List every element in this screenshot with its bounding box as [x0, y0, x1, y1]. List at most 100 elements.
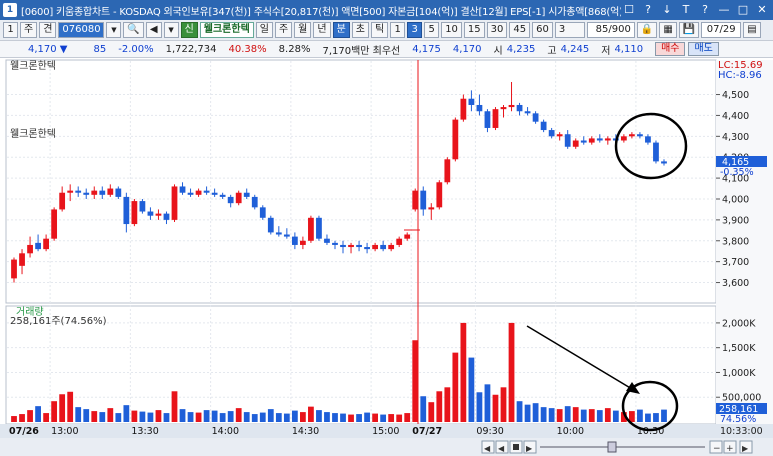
volume-bar — [283, 413, 290, 422]
period-year[interactable]: 년 — [313, 22, 331, 38]
price-tick-label: 3,700 — [722, 257, 749, 268]
volume-bar — [291, 410, 298, 422]
volume-bar — [203, 410, 210, 422]
trade-volume: 1,722,734 — [165, 43, 217, 55]
candle-body — [27, 244, 33, 254]
close-button[interactable]: ✕ — [754, 2, 770, 18]
svg-text:▶: ▶ — [742, 444, 749, 453]
candle-body — [155, 213, 162, 216]
period-tick[interactable]: 틱 — [370, 22, 389, 38]
candle-body — [661, 161, 667, 164]
interval-45[interactable]: 45 — [509, 22, 531, 38]
interval-3[interactable]: 3 — [407, 22, 423, 38]
period-day[interactable]: 일 — [255, 22, 273, 38]
lock-icon[interactable]: 🔒 — [636, 22, 658, 38]
chevron-down-icon[interactable]: ▼ — [163, 22, 179, 38]
info-button[interactable]: ? — [697, 2, 713, 18]
screen-number-button[interactable]: 1 — [3, 22, 18, 38]
date-input[interactable]: 07/29 — [701, 22, 742, 38]
volume-bar — [275, 413, 282, 422]
volume-bar — [340, 413, 346, 422]
candle-body — [548, 130, 555, 137]
interval-15[interactable]: 15 — [463, 22, 485, 38]
count-select[interactable]: 3 — [554, 22, 585, 38]
chart-area[interactable]: 4,5004,4004,3004,2004,1004,0003,9003,800… — [0, 58, 773, 456]
candle-body — [99, 190, 106, 195]
volume-bar — [588, 409, 595, 422]
volume-tick-label: 1,000K — [722, 368, 756, 379]
interval-60[interactable]: 60 — [532, 22, 553, 38]
compare-button[interactable]: 견 — [39, 22, 57, 38]
interval-5[interactable]: 5 — [424, 22, 440, 38]
high-price: 4,245 — [560, 43, 590, 55]
volume-bar — [637, 409, 643, 422]
interval-30[interactable]: 30 — [486, 22, 508, 38]
volume-bar — [43, 413, 49, 422]
speaker-icon[interactable]: ◀ — [145, 22, 162, 38]
volume-bar — [51, 401, 58, 422]
volume-bar — [308, 406, 314, 422]
candle-body — [131, 201, 138, 225]
window-title: [0600] 키움종합차트 - KOSDAQ 외국인보유[347(천)] 주식수… — [21, 6, 621, 18]
volume-bar — [99, 412, 106, 422]
volume-bar — [243, 412, 250, 422]
candle-body — [653, 142, 659, 162]
volume-bar — [251, 414, 258, 422]
chevron-down-icon[interactable]: ▼ — [106, 22, 122, 38]
candle-body — [404, 234, 411, 239]
minimize-button[interactable]: — — [716, 2, 732, 18]
volume-bar — [548, 408, 555, 422]
time-tick-label: 07/27 — [412, 426, 442, 437]
sell-button[interactable]: 매도 — [688, 42, 719, 56]
volume-bar — [91, 411, 98, 422]
volume-bar — [147, 412, 154, 422]
volume-bar — [187, 412, 194, 422]
candle-body — [291, 236, 298, 245]
volume-bar — [372, 413, 378, 422]
current-price-pct: -0.35% — [720, 167, 754, 178]
volume-bar — [19, 414, 25, 422]
time-tick-label: 07/26 — [9, 426, 39, 437]
save-icon[interactable]: 💾 — [678, 22, 700, 38]
grid-icon[interactable]: ▦ — [659, 22, 677, 38]
volume-bar — [324, 412, 330, 422]
price-panel-label: 웰크론한텍 — [10, 60, 56, 72]
help-button[interactable]: ? — [640, 2, 656, 18]
candle-body — [637, 134, 643, 137]
period-month[interactable]: 월 — [294, 22, 312, 38]
download-button[interactable]: ↓ — [659, 2, 675, 18]
trade-amount: 7,170백만 최우선 — [322, 45, 401, 57]
low-label: 저 — [601, 45, 611, 57]
calendar-icon[interactable]: ▤ — [743, 22, 761, 38]
display-count-input[interactable]: 85/900 — [586, 22, 635, 38]
period-week[interactable]: 주 — [274, 22, 293, 38]
candle-body — [219, 194, 226, 197]
candle-body — [324, 238, 330, 243]
candle-body — [267, 217, 274, 233]
price-tick-label: 3,800 — [722, 236, 749, 247]
svg-text:−: − — [713, 444, 721, 454]
candle-body — [396, 238, 403, 245]
volume-bar — [267, 409, 274, 422]
maximize-button[interactable]: □ — [735, 2, 751, 18]
interval-1[interactable]: 1 — [390, 22, 406, 38]
period-minute[interactable]: 분 — [332, 22, 350, 38]
volume-bar — [604, 408, 611, 422]
stock-code-input[interactable]: 076080 — [58, 22, 105, 38]
stock-button[interactable]: 주 — [20, 22, 38, 38]
stock-chart[interactable]: 4,5004,4004,3004,2004,1004,0003,9003,800… — [0, 58, 773, 456]
candle-body — [476, 104, 483, 112]
interval-10[interactable]: 10 — [441, 22, 462, 38]
open-price: 4,235 — [506, 43, 536, 55]
text-button[interactable]: T — [678, 2, 694, 18]
buy-button[interactable]: 매수 — [655, 42, 686, 56]
search-icon[interactable]: 🔍 — [123, 22, 144, 38]
time-tick-label: 10:00 — [557, 426, 584, 437]
link-window-button[interactable]: ☐ — [621, 2, 637, 18]
candle-body — [540, 121, 547, 131]
volume-bar — [420, 396, 427, 422]
volume-bar — [171, 391, 178, 422]
volume-bar — [516, 401, 523, 422]
nav-slider-thumb[interactable] — [607, 441, 617, 453]
period-second[interactable]: 초 — [351, 22, 369, 38]
